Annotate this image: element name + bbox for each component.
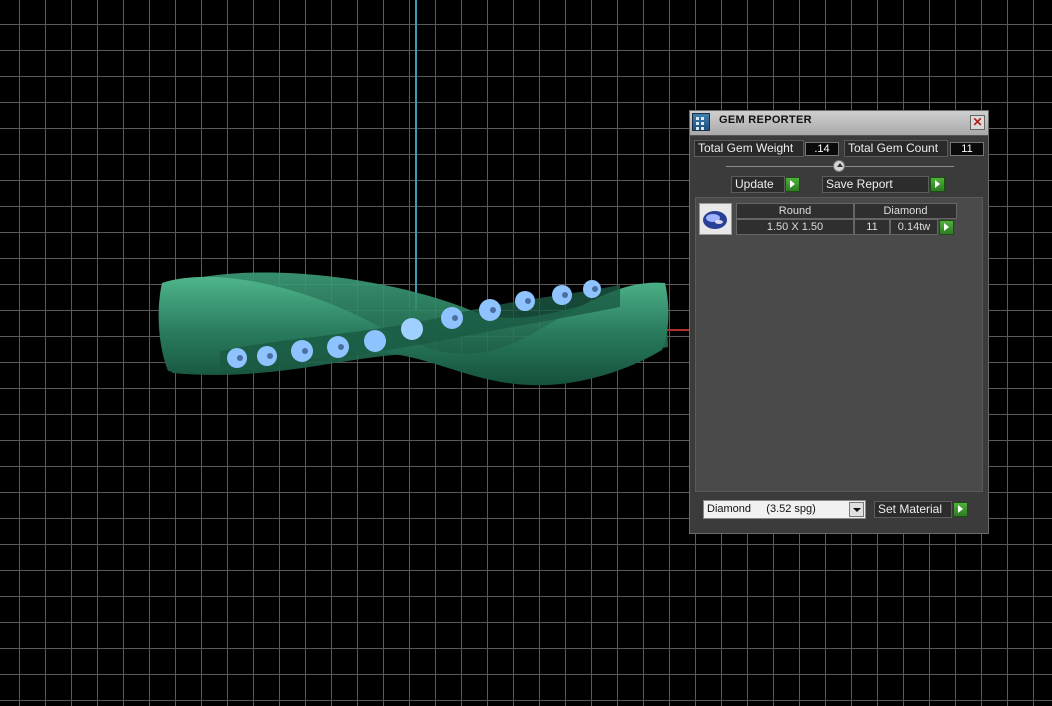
gem-list: Round Diamond 1.50 X 1.50 11 0.14tw xyxy=(695,197,983,492)
gem-reporter-panel: GEM REPORTER ✕ Total Gem Weight .14 Tota… xyxy=(689,110,989,534)
material-select-value: Diamond (3.52 spg) xyxy=(707,503,816,515)
app-icon xyxy=(692,113,710,131)
total-gem-weight-label: Total Gem Weight xyxy=(694,140,804,157)
total-gem-count-value: 11 xyxy=(950,142,984,156)
material-select[interactable]: Diamond (3.52 spg) xyxy=(703,500,866,519)
set-material-button[interactable]: Set Material xyxy=(874,501,952,518)
panel-title: GEM REPORTER xyxy=(719,114,812,126)
table-header-material: Diamond xyxy=(854,203,957,219)
slider-thumb[interactable] xyxy=(833,160,845,172)
table-cell-count: 11 xyxy=(854,219,890,235)
total-gem-weight-value: .14 xyxy=(805,142,839,156)
update-play-arrow-icon[interactable] xyxy=(785,177,800,192)
total-gem-count-label: Total Gem Count xyxy=(844,140,948,157)
dropdown-arrow-icon[interactable] xyxy=(849,502,864,517)
close-icon[interactable]: ✕ xyxy=(970,115,985,130)
panel-titlebar[interactable]: GEM REPORTER ✕ xyxy=(690,111,988,136)
table-cell-weight: 0.14tw xyxy=(890,219,938,235)
gem-thumbnail-icon xyxy=(699,203,732,235)
save-report-play-arrow-icon[interactable] xyxy=(930,177,945,192)
save-report-button[interactable]: Save Report xyxy=(822,176,929,193)
update-button[interactable]: Update xyxy=(731,176,785,193)
set-material-play-arrow-icon[interactable] xyxy=(953,502,968,517)
table-header-shape: Round xyxy=(736,203,854,219)
ring-model[interactable] xyxy=(150,255,675,395)
table-cell-size: 1.50 X 1.50 xyxy=(736,219,854,235)
row-play-arrow-icon[interactable] xyxy=(939,220,954,235)
